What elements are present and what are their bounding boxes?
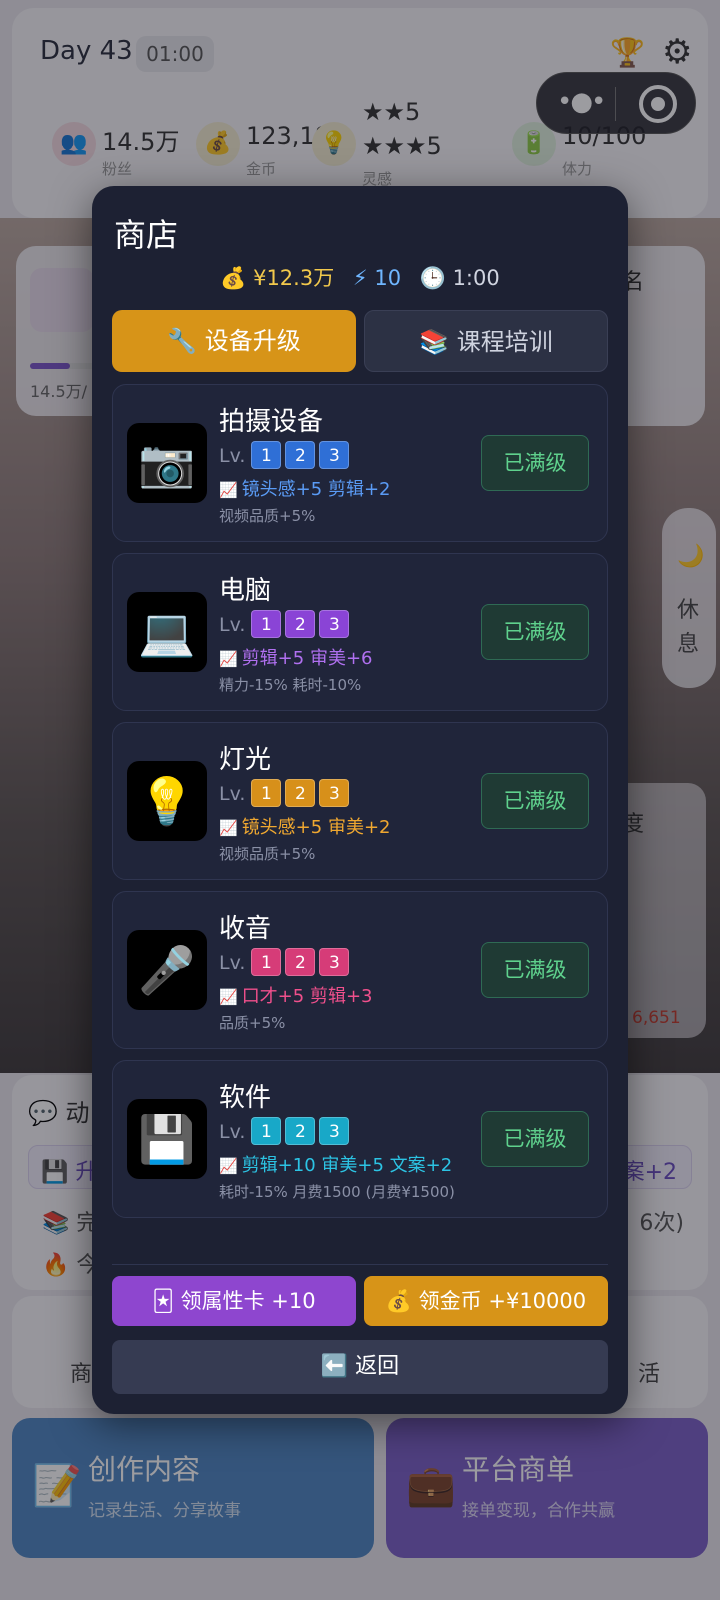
- shop-modal: 商店 💰 ¥12.3万 ⚡ 10 🕒 1:00 🔧 设备升级 📚 课程培训 📷 拍…: [92, 186, 628, 1414]
- level-box: 2: [285, 779, 316, 807]
- shop-resources: 💰 ¥12.3万 ⚡ 10 🕒 1:00: [92, 262, 628, 292]
- item-name: 收音: [219, 914, 272, 944]
- tab-equipment-upgrade[interactable]: 🔧 设备升级: [112, 310, 356, 372]
- level-indicator: Lv. 1 2 3: [219, 441, 353, 471]
- level-indicator: Lv. 1 2 3: [219, 610, 353, 640]
- camera-icon: 📷: [127, 423, 207, 503]
- item-effect: 📈 镜头感+5 审美+2: [219, 813, 390, 839]
- bulb-icon: 💡: [127, 761, 207, 841]
- laptop-icon: 💻: [127, 592, 207, 672]
- item-note: 视频品质+5%: [219, 507, 316, 525]
- max-level-button[interactable]: 已满级: [481, 1111, 589, 1167]
- item-name: 拍摄设备: [219, 407, 324, 437]
- item-note: 品质+5%: [219, 1014, 286, 1032]
- tab-course-training[interactable]: 📚 课程培训: [364, 310, 608, 372]
- level-box: 1: [251, 1117, 282, 1145]
- level-box: 3: [319, 610, 350, 638]
- level-box: 2: [285, 610, 316, 638]
- shop-title: 商店: [114, 216, 179, 254]
- item-note: 精力-15% 耗时-10%: [219, 676, 362, 694]
- item-name: 灯光: [219, 745, 272, 775]
- level-indicator: Lv. 1 2 3: [219, 948, 353, 978]
- level-label: Lv.: [219, 1121, 246, 1143]
- shop-item-audio: 🎤 收音 Lv. 1 2 3 📈 口才+5 剪辑+3 品质+5% 已满级: [112, 891, 608, 1049]
- footer-divider: [112, 1264, 608, 1265]
- level-box: 3: [319, 948, 350, 976]
- max-level-button[interactable]: 已满级: [481, 435, 589, 491]
- shop-item-software: 💾 软件 Lv. 1 2 3 📈 剪辑+10 审美+5 文案+2 耗时-15% 月费1500 (…: [112, 1060, 608, 1218]
- level-label: Lv.: [219, 783, 246, 805]
- level-box: 3: [319, 441, 350, 469]
- level-box: 3: [319, 1117, 350, 1145]
- chart-up-icon: 📈: [219, 1157, 238, 1175]
- shop-item-computer: 💻 电脑 Lv. 1 2 3 📈 剪辑+5 审美+6 精力-15% 耗时-10% 已满级: [112, 553, 608, 711]
- item-effect-text: 口才+5 剪辑+3: [241, 986, 373, 1007]
- claim-coins-button[interactable]: 💰 领金币 +¥10000: [364, 1276, 608, 1326]
- level-label: Lv.: [219, 614, 246, 636]
- item-name: 电脑: [219, 576, 272, 606]
- item-effect-text: 镜头感+5 审美+2: [241, 817, 391, 838]
- max-level-button[interactable]: 已满级: [481, 604, 589, 660]
- level-box: 1: [251, 610, 282, 638]
- max-level-button[interactable]: 已满级: [481, 942, 589, 998]
- claim-attribute-card-button[interactable]: 🃏 领属性卡 +10: [112, 1276, 356, 1326]
- level-box: 1: [251, 948, 282, 976]
- level-label: Lv.: [219, 952, 246, 974]
- item-note: 耗时-15% 月费1500 (月费¥1500): [219, 1183, 455, 1201]
- floppy-disk-icon: 💾: [127, 1099, 207, 1179]
- shop-item-lighting: 💡 灯光 Lv. 1 2 3 📈 镜头感+5 审美+2 视频品质+5% 已满级: [112, 722, 608, 880]
- money-display: 💰 ¥12.3万: [220, 266, 335, 290]
- item-name: 软件: [219, 1083, 272, 1113]
- item-effect-text: 镜头感+5 剪辑+2: [241, 479, 391, 500]
- energy-display: ⚡ 10: [352, 266, 402, 290]
- item-effect: 📈 镜头感+5 剪辑+2: [219, 475, 390, 501]
- item-effect-text: 剪辑+10 审美+5 文案+2: [241, 1155, 453, 1176]
- level-box: 2: [285, 948, 316, 976]
- back-button[interactable]: ⬅️ 返回: [112, 1340, 608, 1394]
- level-indicator: Lv. 1 2 3: [219, 779, 353, 809]
- item-effect: 📈 剪辑+5 审美+6: [219, 644, 372, 670]
- level-label: Lv.: [219, 445, 246, 467]
- microphone-icon: 🎤: [127, 930, 207, 1010]
- level-box: 2: [285, 1117, 316, 1145]
- level-box: 2: [285, 441, 316, 469]
- level-indicator: Lv. 1 2 3: [219, 1117, 353, 1147]
- item-note: 视频品质+5%: [219, 845, 316, 863]
- time-display: 🕒 1:00: [419, 266, 500, 290]
- chart-up-icon: 📈: [219, 481, 238, 499]
- level-box: 1: [251, 779, 282, 807]
- level-box: 1: [251, 441, 282, 469]
- chart-up-icon: 📈: [219, 650, 238, 668]
- item-effect: 📈 剪辑+10 审美+5 文案+2: [219, 1151, 452, 1177]
- item-effect: 📈 口才+5 剪辑+3: [219, 982, 372, 1008]
- chart-up-icon: 📈: [219, 988, 238, 1006]
- item-effect-text: 剪辑+5 审美+6: [241, 648, 373, 669]
- shop-item-camera: 📷 拍摄设备 Lv. 1 2 3 📈 镜头感+5 剪辑+2 视频品质+5% 已满级: [112, 384, 608, 542]
- level-box: 3: [319, 779, 350, 807]
- chart-up-icon: 📈: [219, 819, 238, 837]
- max-level-button[interactable]: 已满级: [481, 773, 589, 829]
